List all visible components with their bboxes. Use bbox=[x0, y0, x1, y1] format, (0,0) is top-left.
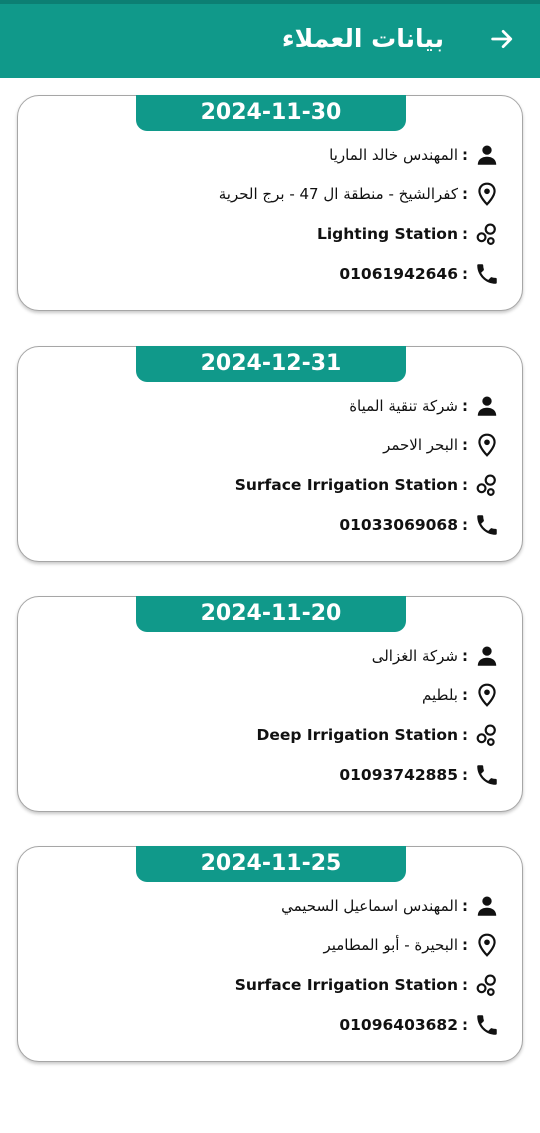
phone-icon bbox=[477, 264, 497, 284]
customer-address-row: : بلطيم bbox=[422, 680, 500, 710]
customer-phone-row[interactable]: : 01033069068 bbox=[339, 510, 500, 540]
phone-icon bbox=[477, 1015, 497, 1035]
colon: : bbox=[462, 185, 468, 203]
person-icon bbox=[477, 145, 497, 165]
station-icon bbox=[476, 474, 496, 496]
customer-name-row: : شركة الغزالى bbox=[372, 641, 500, 671]
colon: : bbox=[462, 976, 468, 994]
person-icon bbox=[477, 646, 497, 666]
status-strip bbox=[0, 0, 540, 4]
location-pin-icon bbox=[478, 683, 496, 707]
customer-address: كفرالشيخ - منطقة ال 47 - برج الحرية bbox=[218, 185, 458, 203]
colon: : bbox=[462, 936, 468, 954]
date-badge: 2024-12-31 bbox=[136, 346, 406, 382]
customer-station: Lighting Station bbox=[316, 225, 458, 243]
date-badge: 2024-11-30 bbox=[136, 95, 406, 131]
customer-phone-row[interactable]: : 01061942646 bbox=[339, 259, 500, 289]
station-icon bbox=[476, 724, 496, 746]
location-pin-icon bbox=[478, 933, 496, 957]
customer-phone[interactable]: 01093742885 bbox=[339, 766, 458, 784]
customer-phone-row[interactable]: : 01096403682 bbox=[339, 1010, 500, 1040]
customer-station-row: : Deep Irrigation Station bbox=[256, 720, 500, 750]
customer-station-row: : Surface Irrigation Station bbox=[235, 470, 500, 500]
app-bar: بيانات العملاء bbox=[0, 0, 540, 78]
customer-phone[interactable]: 01033069068 bbox=[339, 516, 458, 534]
location-pin-icon bbox=[478, 433, 496, 457]
person-icon bbox=[477, 396, 497, 416]
customer-name: شركة الغزالى bbox=[371, 647, 458, 665]
station-icon bbox=[476, 974, 496, 996]
customer-name-row: : شركة تنقية المياة bbox=[349, 391, 500, 421]
colon: : bbox=[462, 897, 468, 915]
customer-name: شركة تنقية المياة bbox=[349, 397, 458, 415]
arrow-right-icon[interactable] bbox=[488, 25, 516, 53]
colon: : bbox=[462, 686, 468, 704]
customer-station: Deep Irrigation Station bbox=[256, 726, 458, 744]
colon: : bbox=[462, 647, 468, 665]
colon: : bbox=[462, 397, 468, 415]
colon: : bbox=[462, 516, 468, 534]
customer-card[interactable]: 2024-11-20 : شركة الغزالى : بلطيم : Deep… bbox=[17, 596, 523, 812]
customer-name-row: : المهندس خالد الماريا bbox=[329, 140, 500, 170]
customer-address: بلطيم bbox=[422, 686, 458, 704]
phone-icon bbox=[477, 515, 497, 535]
customer-phone-row[interactable]: : 01093742885 bbox=[339, 760, 500, 790]
customer-station: Surface Irrigation Station bbox=[234, 976, 458, 994]
customer-station-row: : Surface Irrigation Station bbox=[235, 970, 500, 1000]
page-title: بيانات العملاء bbox=[281, 24, 444, 53]
date-badge: 2024-11-20 bbox=[136, 596, 406, 632]
colon: : bbox=[462, 766, 468, 784]
customer-card[interactable]: 2024-11-25 : المهندس اسماعيل السحيمي : ا… bbox=[17, 846, 523, 1062]
customer-address: البحيرة - أبو المطامير bbox=[323, 936, 458, 954]
date-badge: 2024-11-25 bbox=[136, 846, 406, 882]
colon: : bbox=[462, 1016, 468, 1034]
station-icon bbox=[476, 223, 496, 245]
colon: : bbox=[462, 726, 468, 744]
colon: : bbox=[462, 146, 468, 164]
colon: : bbox=[462, 265, 468, 283]
phone-icon bbox=[477, 765, 497, 785]
customer-address: البحر الاحمر bbox=[383, 436, 458, 454]
customer-name: المهندس اسماعيل السحيمي bbox=[281, 897, 458, 915]
customer-station: Surface Irrigation Station bbox=[234, 476, 458, 494]
customer-address-row: : البحر الاحمر bbox=[383, 430, 500, 460]
location-pin-icon bbox=[478, 182, 496, 206]
person-icon bbox=[477, 896, 497, 916]
customer-station-row: : Lighting Station bbox=[317, 219, 500, 249]
colon: : bbox=[462, 225, 468, 243]
customer-phone[interactable]: 01061942646 bbox=[339, 265, 458, 283]
customer-card[interactable]: 2024-11-30 : المهندس خالد الماريا : كفرا… bbox=[17, 95, 523, 311]
colon: : bbox=[462, 436, 468, 454]
customer-address-row: : البحيرة - أبو المطامير bbox=[323, 930, 500, 960]
colon: : bbox=[462, 476, 468, 494]
customer-address-row: : كفرالشيخ - منطقة ال 47 - برج الحرية bbox=[219, 179, 500, 209]
customer-name: المهندس خالد الماريا bbox=[329, 146, 458, 164]
customer-card[interactable]: 2024-12-31 : شركة تنقية المياة : البحر ا… bbox=[17, 346, 523, 562]
customer-phone[interactable]: 01096403682 bbox=[339, 1016, 458, 1034]
customer-name-row: : المهندس اسماعيل السحيمي bbox=[281, 891, 500, 921]
